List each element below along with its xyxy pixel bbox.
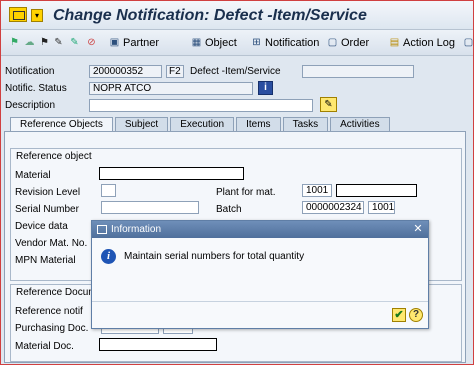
notification-extra-field[interactable] — [302, 65, 414, 78]
order-icon: ▢ — [327, 37, 338, 48]
flag-icon[interactable]: ⚑ — [9, 37, 20, 48]
notification-type-text: Defect -Item/Service — [190, 66, 281, 77]
menu-dropdown-icon[interactable]: ▾ — [31, 9, 43, 22]
notification-label: Notification — [5, 66, 55, 77]
notification-button[interactable]: ⊞ Notification — [251, 35, 319, 50]
tab-strip: Reference Objects Subject Execution Item… — [10, 117, 392, 131]
mpn-material-label: MPN Material — [15, 255, 76, 266]
revision-level-label: Revision Level — [15, 187, 81, 198]
revision-level-field[interactable] — [101, 184, 116, 197]
object-icon: ▦ — [191, 37, 202, 48]
purchasing-doc-label: Purchasing Doc. — [15, 323, 89, 334]
tab-subject[interactable]: Subject — [114, 117, 169, 131]
batch-field[interactable]: 0000002324 — [302, 201, 364, 214]
description-field[interactable] — [89, 99, 313, 112]
order-button[interactable]: ▢ Order — [327, 35, 369, 50]
plant-name-field[interactable] — [336, 184, 417, 197]
status-info-icon[interactable]: i — [258, 81, 273, 95]
tab-tasks[interactable]: Tasks — [282, 117, 329, 131]
tab-execution[interactable]: Execution — [170, 117, 235, 131]
sap-menu-icon[interactable] — [9, 7, 27, 22]
description-label: Description — [5, 100, 56, 111]
plant-field[interactable]: 1001 — [302, 184, 332, 197]
reference-object-title: Reference object — [16, 151, 92, 162]
dialog-divider — [92, 301, 428, 302]
dialog-message: Maintain serial numbers for total quanti… — [124, 251, 305, 262]
notification-type-field[interactable]: F2 — [166, 65, 184, 78]
object-button[interactable]: ▦ Object — [191, 35, 237, 50]
confirm-button[interactable]: ✔ — [392, 308, 406, 322]
tab-items[interactable]: Items — [236, 117, 281, 131]
partner-button[interactable]: ▣ Partner — [109, 35, 159, 50]
object-label: Object — [205, 36, 237, 49]
cloud-icon[interactable]: ☁ — [24, 37, 35, 48]
hierarchy-icon: ⊞ — [252, 37, 261, 48]
tab-activities[interactable]: Activities — [330, 117, 390, 131]
batch-plant-field[interactable]: 1001 — [368, 201, 395, 214]
action-log-icon: ▤ — [389, 37, 400, 48]
reference-docs-title: Reference Docum — [16, 287, 97, 298]
material-doc-field[interactable] — [99, 338, 217, 351]
device-data-label: Device data — [15, 221, 68, 232]
plant-for-mat-label: Plant for mat. — [216, 187, 276, 198]
serial-number-label: Serial Number — [15, 204, 79, 215]
dialog-title-bar: Information ✕ — [92, 221, 428, 238]
material-label: Material — [15, 170, 51, 181]
info-icon: i — [101, 249, 116, 264]
vendor-mat-no-label: Vendor Mat. No. — [15, 238, 88, 249]
notification-label: Notification — [265, 36, 320, 49]
more-button[interactable]: ▢ — [463, 35, 474, 50]
window-title: Change Notification: Defect -Item/Servic… — [53, 7, 367, 24]
notification-number-field[interactable]: 200000352 — [89, 65, 162, 78]
title-bar: ▾ Change Notification: Defect -Item/Serv… — [1, 1, 473, 30]
dialog-title: Information — [111, 224, 162, 235]
edit-icon[interactable]: ✎ — [53, 37, 64, 48]
partner-label: Partner — [123, 36, 160, 49]
pencil-green-icon[interactable]: ✎ — [69, 37, 80, 48]
information-dialog: Information ✕ i Maintain serial numbers … — [91, 220, 429, 329]
reference-notif-label: Reference notif — [15, 306, 83, 317]
status-label: Notific. Status — [5, 83, 67, 94]
order-label: Order — [341, 36, 370, 49]
tab-reference-objects[interactable]: Reference Objects — [10, 117, 113, 131]
delete-icon[interactable]: ⊘ — [86, 37, 97, 48]
serial-number-field[interactable] — [101, 201, 199, 214]
status-field[interactable]: NOPR ATCO — [89, 82, 253, 95]
action-log-button[interactable]: ▤ Action Log — [389, 35, 455, 50]
long-text-edit-icon[interactable]: ✎ — [320, 97, 337, 112]
more-icon: ▢ — [463, 37, 474, 48]
help-icon[interactable]: ? — [409, 308, 423, 322]
flag-black-icon[interactable]: ⚑ — [39, 37, 50, 48]
partner-icon: ▣ — [109, 37, 120, 48]
material-field[interactable] — [99, 167, 244, 180]
action-log-label: Action Log — [403, 36, 455, 49]
batch-label: Batch — [216, 204, 242, 215]
material-doc-label: Material Doc. — [15, 341, 74, 352]
dialog-window-icon — [97, 225, 107, 234]
close-icon[interactable]: ✕ — [412, 223, 424, 235]
application-toolbar: ⚑ ☁ ⚑ ✎ ✎ ⊘ ▣ Partner ▦ Object ⊞ Notific… — [1, 30, 473, 56]
